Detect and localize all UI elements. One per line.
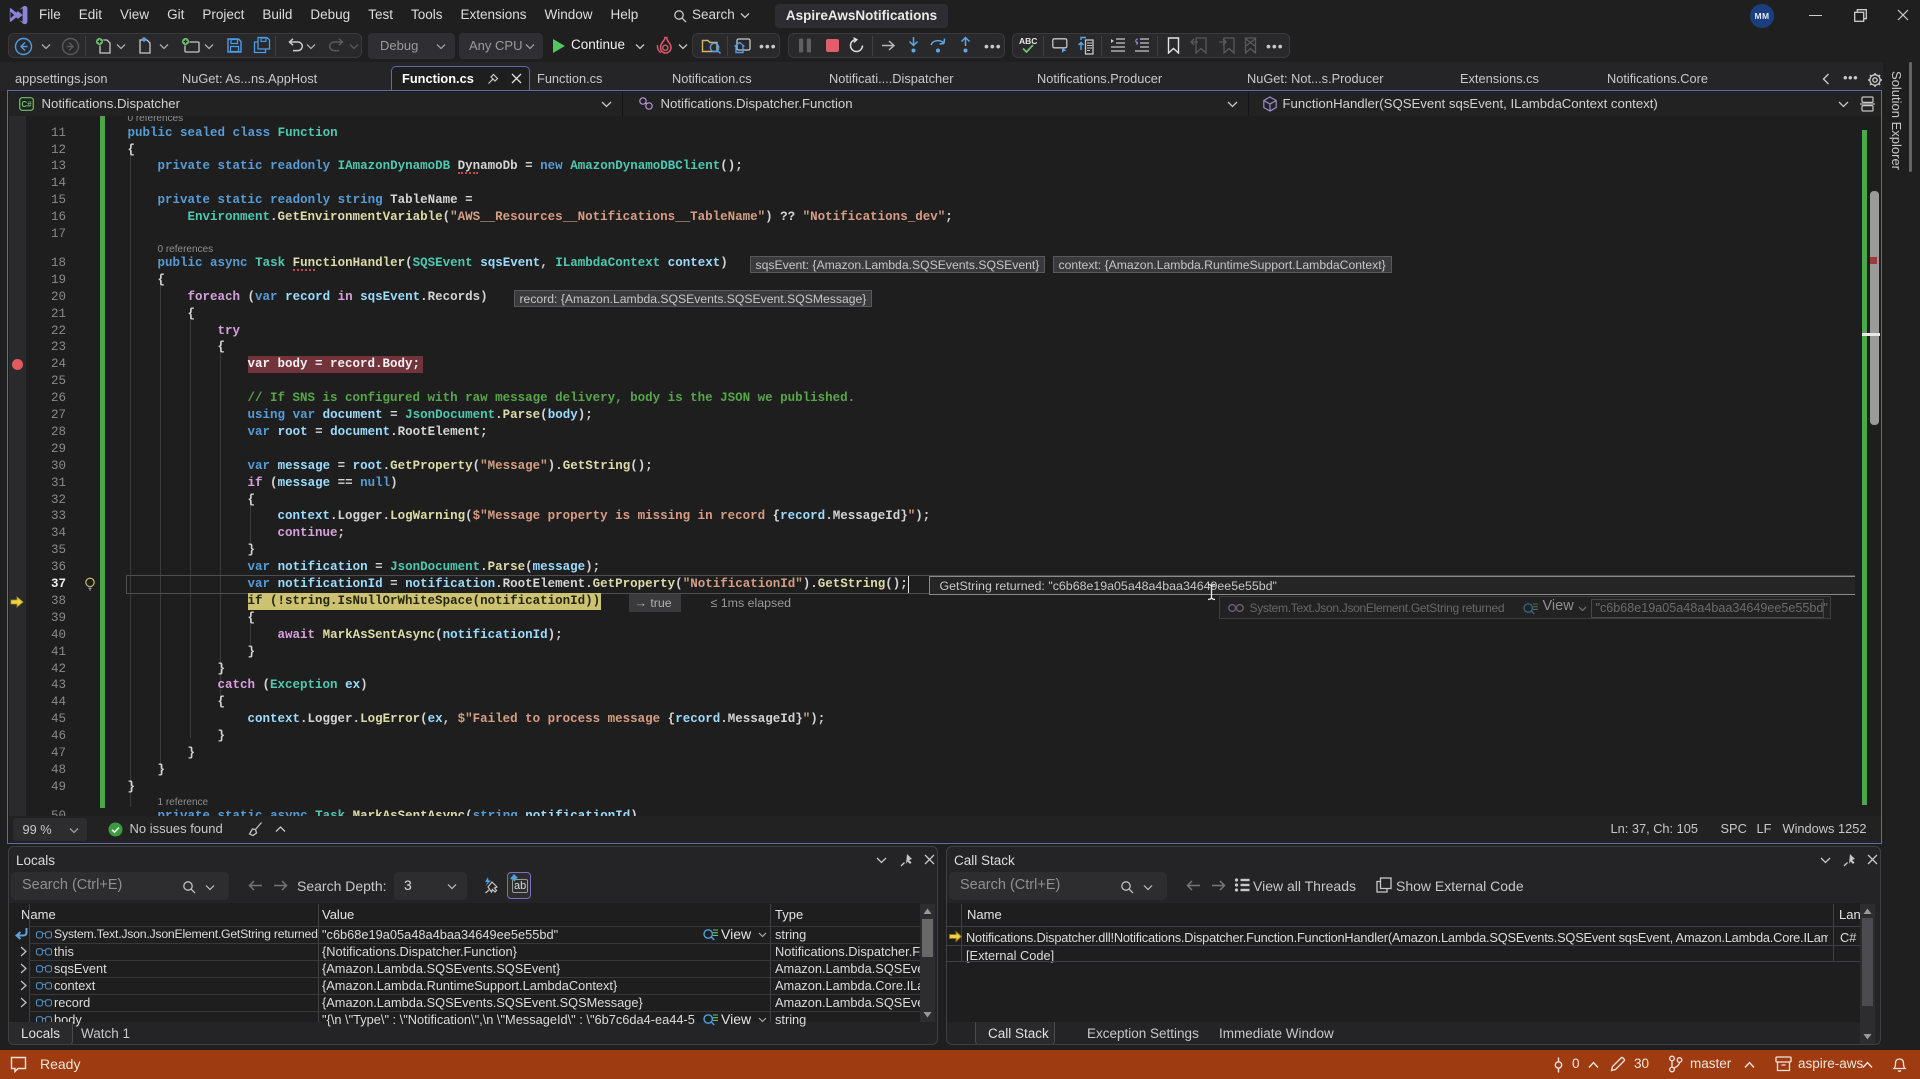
svg-text:C#: C# (21, 100, 32, 109)
